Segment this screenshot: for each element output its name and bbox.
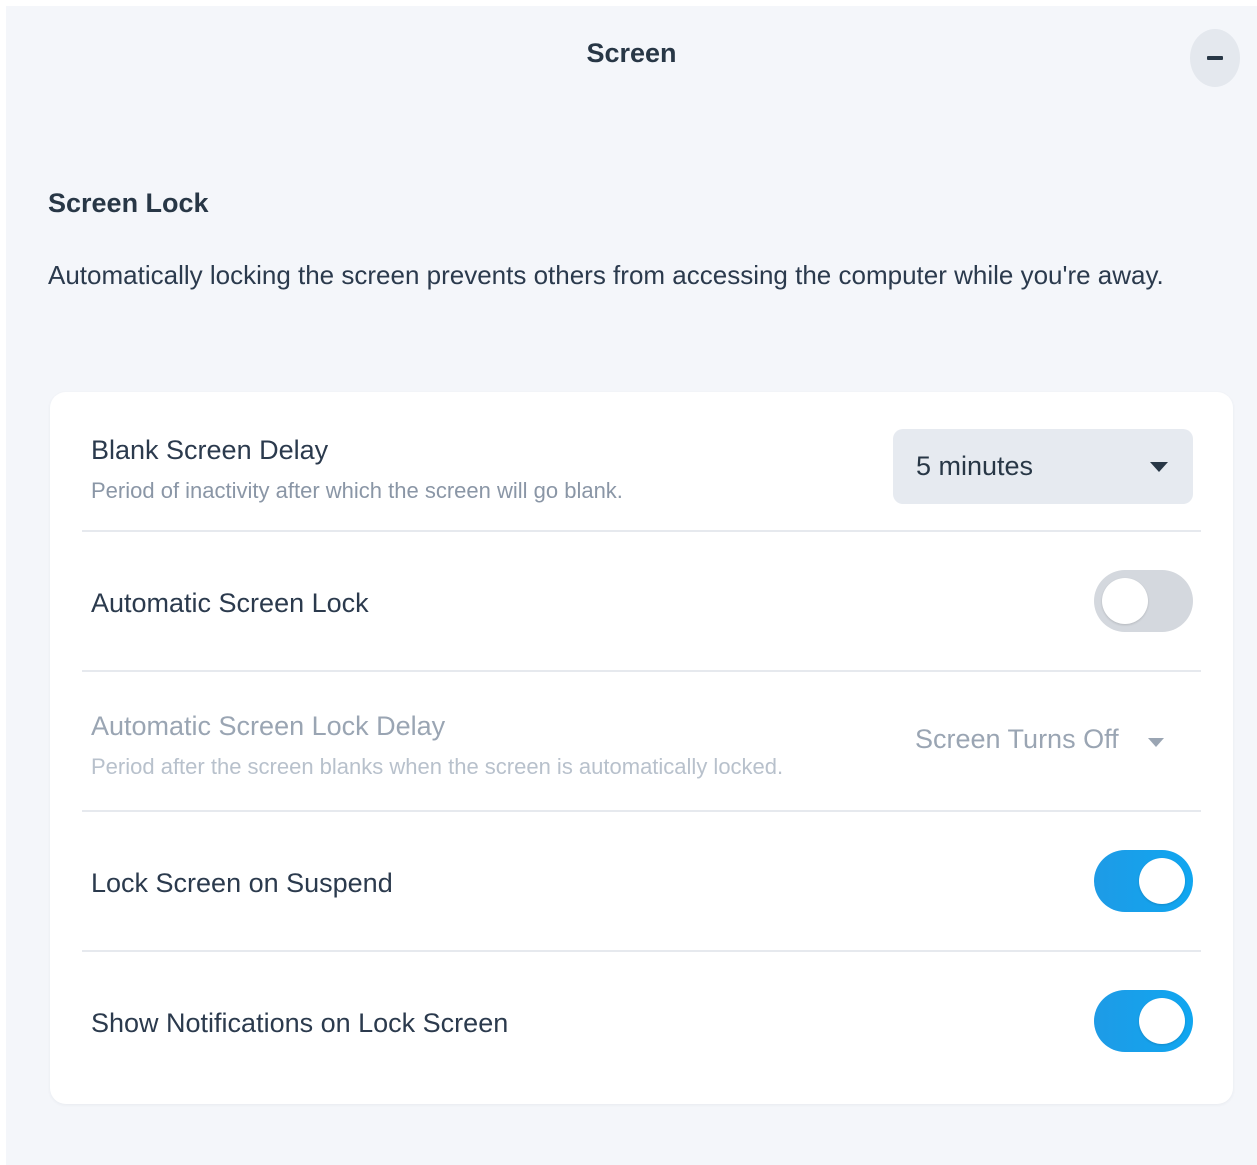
header-bar: Screen [6, 6, 1257, 102]
section-description: Automatically locking the screen prevent… [48, 260, 1164, 290]
blank-screen-delay-value: 5 minutes [916, 451, 1034, 481]
blank-screen-delay-dropdown[interactable]: 5 minutes [893, 429, 1193, 504]
toggle-knob [1139, 998, 1185, 1044]
automatic-screen-lock-label: Automatic Screen Lock [91, 588, 369, 618]
row-lock-screen-on-suspend: Lock Screen on Suspend [82, 812, 1201, 952]
lock-screen-on-suspend-toggle[interactable] [1094, 850, 1193, 912]
automatic-screen-lock-delay-label: Automatic Screen Lock Delay [91, 711, 446, 741]
row-automatic-screen-lock-delay: Automatic Screen Lock Delay Period after… [82, 672, 1201, 812]
minus-icon [1207, 56, 1223, 60]
page-title: Screen [586, 38, 677, 68]
automatic-screen-lock-toggle[interactable] [1094, 570, 1193, 632]
automatic-screen-lock-delay-subtitle: Period after the screen blanks when the … [91, 754, 784, 779]
blank-screen-delay-label: Blank Screen Delay [91, 435, 329, 465]
toggle-knob [1102, 578, 1148, 624]
toggle-knob [1139, 858, 1185, 904]
caret-down-icon [1150, 462, 1168, 472]
row-blank-screen-delay: Blank Screen Delay Period of inactivity … [82, 392, 1201, 532]
show-notifications-toggle[interactable] [1094, 990, 1193, 1052]
lock-screen-on-suspend-label: Lock Screen on Suspend [91, 868, 393, 898]
row-show-notifications: Show Notifications on Lock Screen [82, 952, 1201, 1092]
settings-window: Screen Screen Lock Automatically locking… [6, 6, 1257, 1165]
automatic-screen-lock-delay-value: Screen Turns Off [915, 724, 1119, 754]
row-automatic-screen-lock: Automatic Screen Lock [82, 532, 1201, 672]
caret-down-icon [1148, 738, 1164, 747]
settings-card: Blank Screen Delay Period of inactivity … [50, 392, 1233, 1104]
blank-screen-delay-subtitle: Period of inactivity after which the scr… [91, 478, 623, 503]
show-notifications-label: Show Notifications on Lock Screen [91, 1008, 509, 1038]
minimize-button[interactable] [1190, 29, 1240, 87]
section-title: Screen Lock [48, 188, 209, 218]
